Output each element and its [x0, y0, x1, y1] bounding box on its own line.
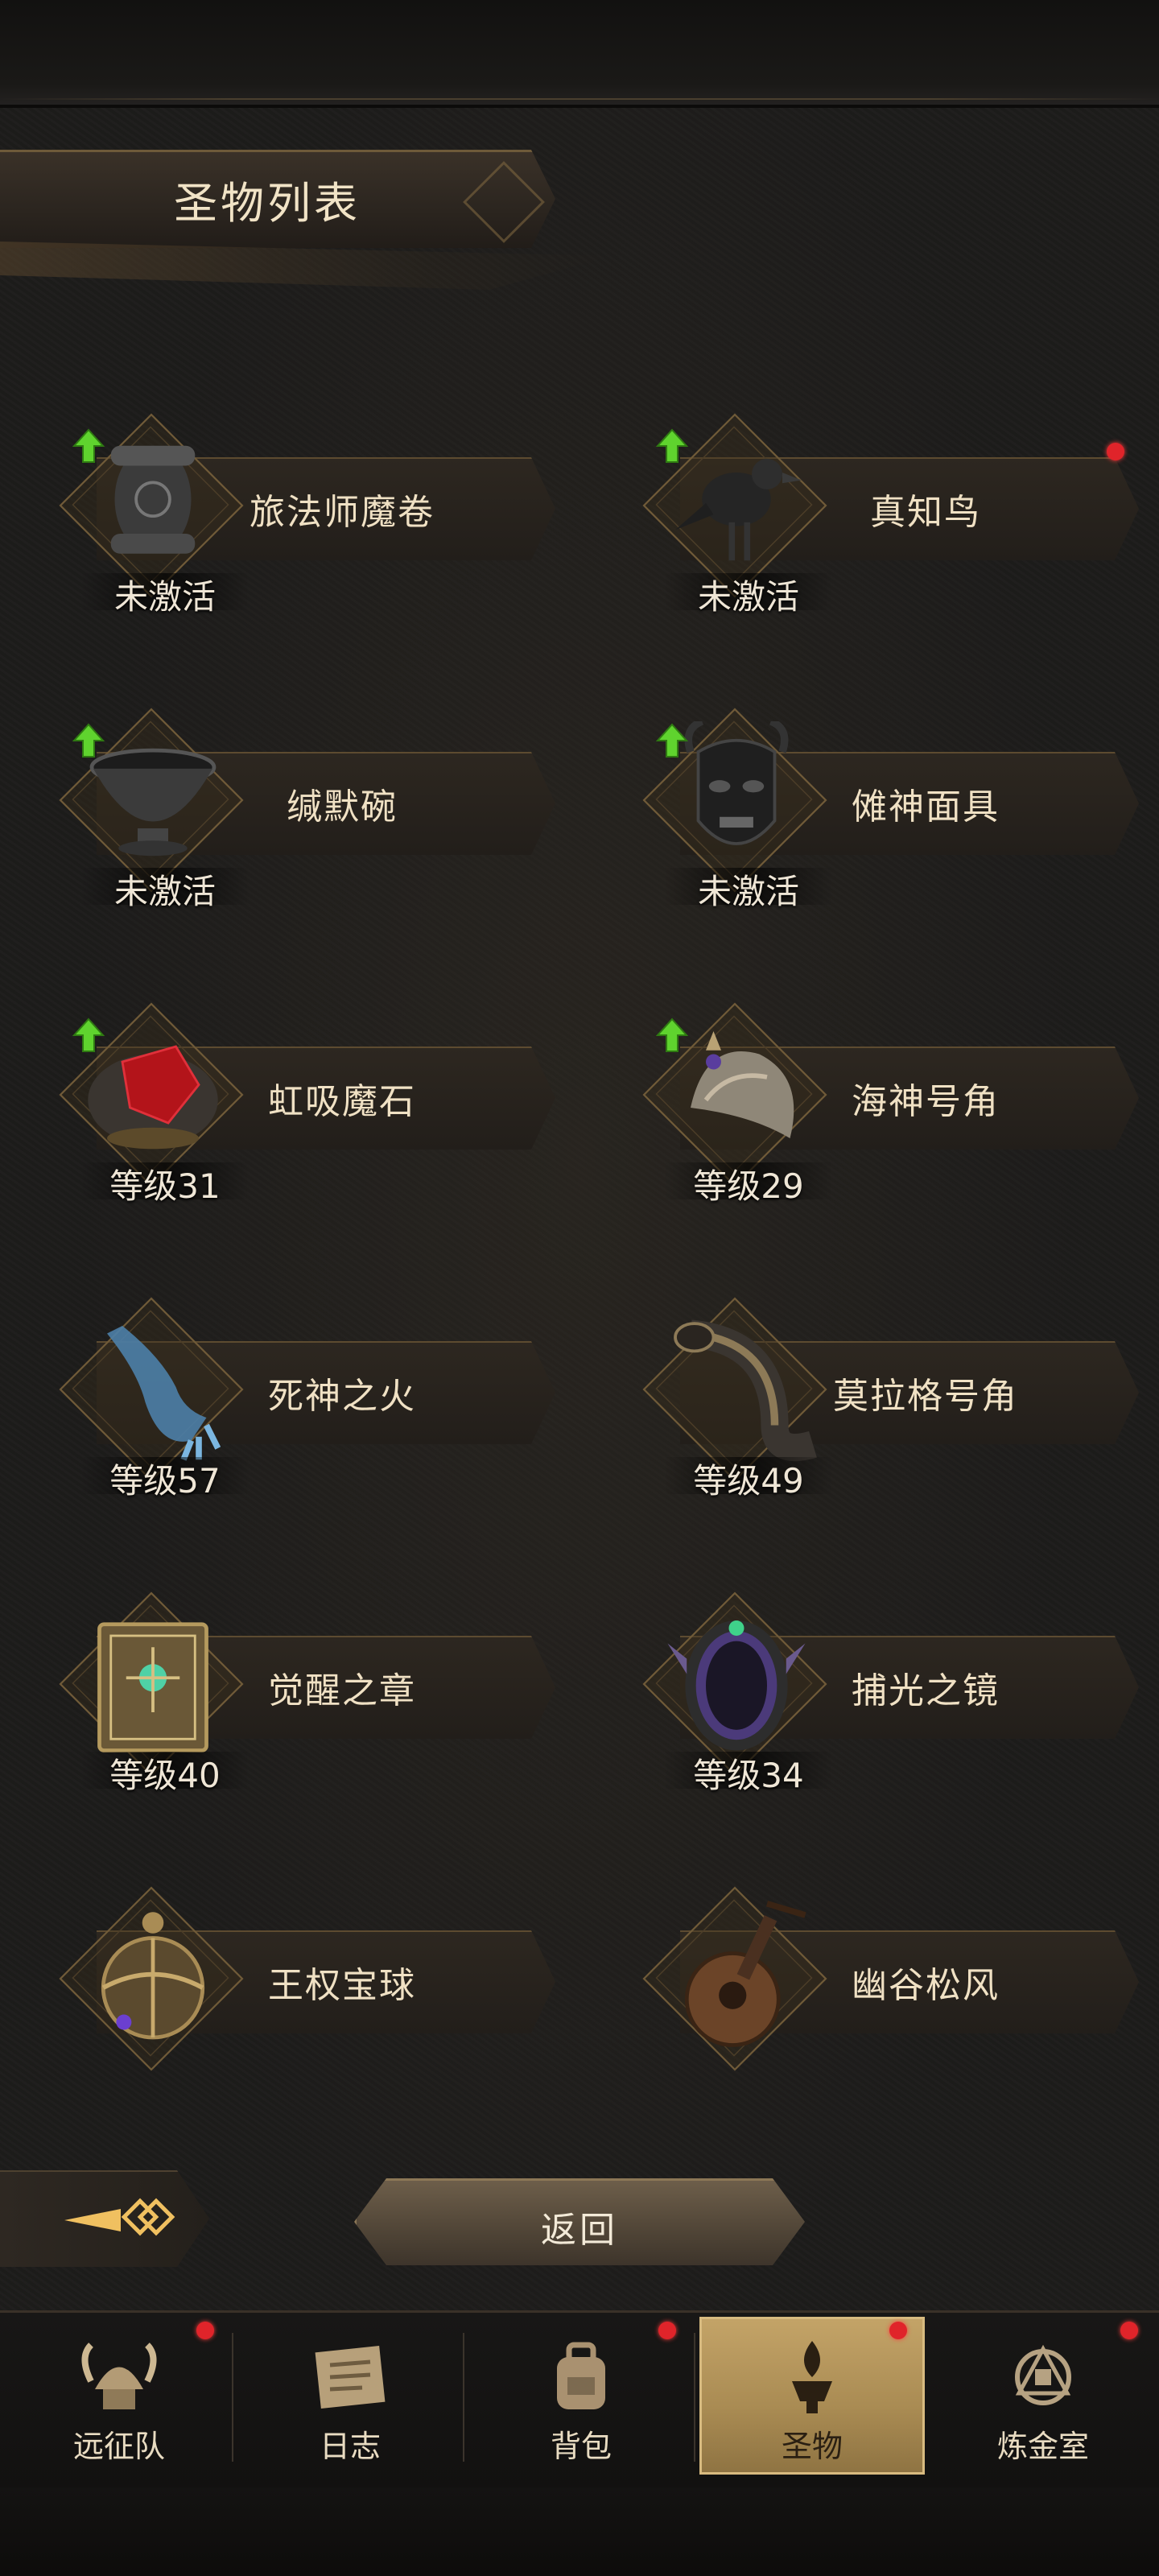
relic-card[interactable]: 幽谷松风	[600, 1868, 1155, 2071]
relic-name: 缄默碗	[287, 786, 398, 828]
relic-name: 觉醒之章	[268, 1670, 416, 1711]
nav-tab-label: 远征队	[72, 2429, 165, 2464]
relic-card[interactable]: 虹吸魔石等级31	[16, 984, 571, 1206]
relic-card[interactable]: 王权宝球	[16, 1868, 571, 2071]
notification-dot	[1120, 2322, 1138, 2339]
nav-divider	[694, 2333, 695, 2462]
relic-name: 幽谷松风	[852, 1965, 1000, 2006]
relic-card[interactable]: 捕光之镜等级34	[600, 1573, 1155, 1795]
relic-status: 未激活	[697, 577, 799, 617]
relic-name: 真知鸟	[870, 492, 981, 533]
relic-card[interactable]: 真知鸟未激活	[600, 394, 1155, 617]
relic-card[interactable]: 觉醒之章等级40	[16, 1573, 571, 1795]
nav-tab[interactable]: 日志	[237, 2317, 464, 2475]
relic-card[interactable]: 死神之火等级57	[16, 1278, 571, 1501]
upgrade-arrow-icon	[72, 1018, 105, 1052]
relic-name: 莫拉格号角	[833, 1376, 1018, 1417]
relic-card[interactable]: 傩神面具未激活	[600, 689, 1155, 911]
relic-status: 未激活	[113, 577, 216, 617]
page-title: 圣物列表	[174, 178, 361, 229]
relic-name: 旅法师魔卷	[250, 492, 435, 533]
nav-tab[interactable]: 远征队	[6, 2317, 233, 2475]
notification-dot	[658, 2322, 676, 2339]
back-arrow-icon	[64, 2198, 175, 2236]
relic-name: 虹吸魔石	[268, 1081, 416, 1122]
notification-dot	[196, 2322, 214, 2339]
relic-status: 未激活	[697, 872, 799, 911]
relic-status: 等级29	[693, 1166, 804, 1206]
nav-tab[interactable]: 圣物	[699, 2317, 925, 2475]
nav-tab-label: 背包	[550, 2429, 612, 2464]
relic-status: 等级34	[693, 1756, 804, 1795]
upgrade-arrow-icon	[655, 428, 689, 463]
relic-card[interactable]: 缄默碗未激活	[16, 689, 571, 911]
relic-status: 未激活	[113, 872, 216, 911]
nav-tab-label: 圣物	[781, 2429, 843, 2464]
relic-name: 王权宝球	[268, 1965, 416, 2006]
top-ornament-border	[0, 0, 1159, 108]
back-arrow-tab[interactable]	[0, 2170, 209, 2267]
upgrade-arrow-icon	[655, 723, 689, 758]
relic-status: 等级49	[693, 1461, 804, 1501]
relic-status: 等级40	[109, 1756, 221, 1795]
nav-tab[interactable]: 炼金室	[930, 2317, 1156, 2475]
nav-divider	[232, 2333, 233, 2462]
nav-divider	[463, 2333, 464, 2462]
nav-tab[interactable]: 背包	[468, 2317, 695, 2475]
upgrade-arrow-icon	[72, 428, 105, 463]
journal-icon	[315, 2346, 386, 2409]
notification-dot	[889, 2322, 907, 2339]
bottom-ornament-border	[0, 2487, 1159, 2576]
relic-status: 等级31	[109, 1166, 221, 1206]
nav-tab-label: 炼金室	[996, 2429, 1089, 2464]
relic-name: 捕光之镜	[852, 1670, 1000, 1711]
relic-card[interactable]: 海神号角等级29	[600, 984, 1155, 1206]
notification-dot	[1107, 443, 1124, 460]
nav-tab-label: 日志	[319, 2429, 381, 2464]
return-button[interactable]	[354, 2178, 805, 2265]
backpack-icon	[557, 2342, 605, 2409]
upgrade-arrow-icon	[72, 723, 105, 758]
relic-name: 海神号角	[852, 1081, 1000, 1122]
relic-name: 死神之火	[268, 1376, 416, 1417]
viking-helmet-icon	[81, 2343, 157, 2409]
relic-card[interactable]: 莫拉格号角等级49	[600, 1278, 1155, 1501]
relic-name: 傩神面具	[852, 786, 1000, 828]
alchemy-icon	[1015, 2344, 1071, 2405]
relic-card[interactable]: 旅法师魔卷未激活	[16, 394, 571, 617]
brazier-icon	[792, 2341, 832, 2413]
relic-status: 等级57	[109, 1461, 221, 1501]
upgrade-arrow-icon	[655, 1018, 689, 1052]
